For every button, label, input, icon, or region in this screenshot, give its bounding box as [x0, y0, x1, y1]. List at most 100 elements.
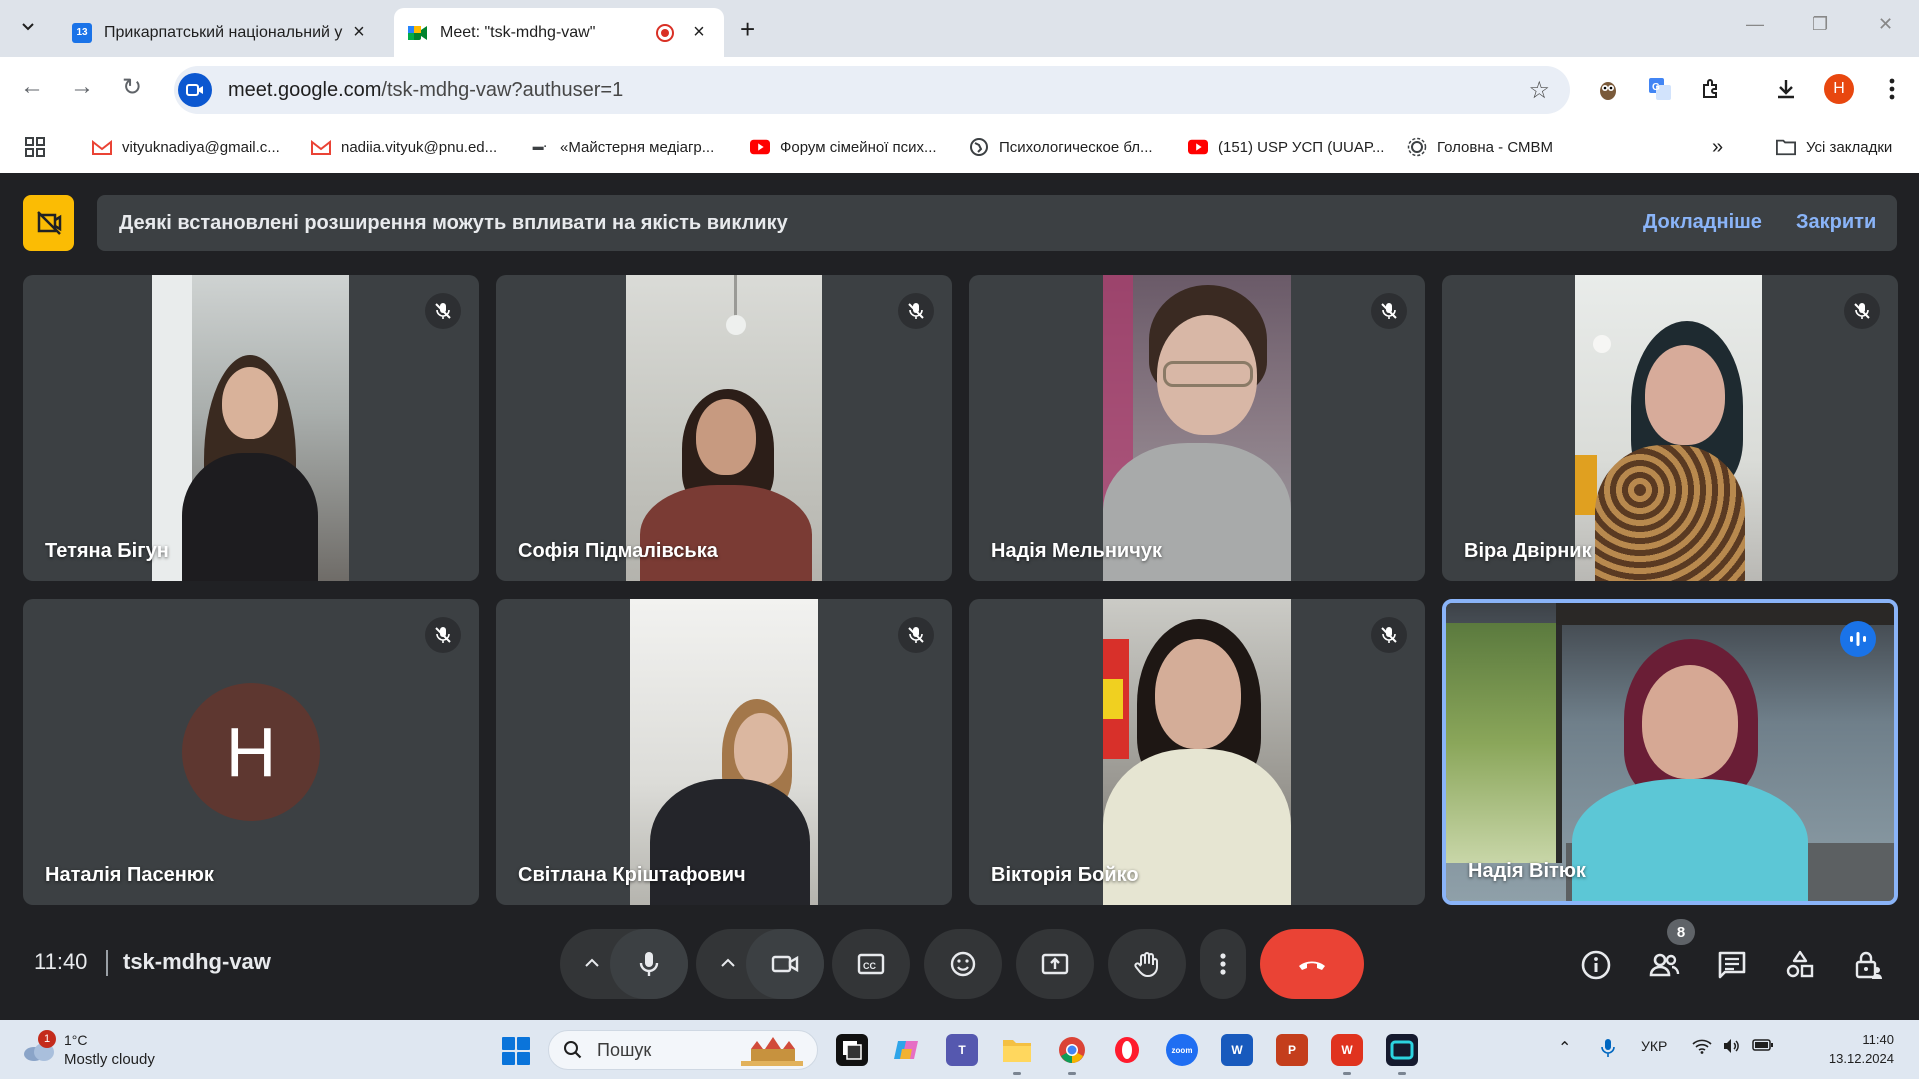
- apps-grid-icon[interactable]: [24, 134, 46, 160]
- participant-tile[interactable]: Софія Підмалівська: [496, 275, 952, 581]
- all-bookmarks-button[interactable]: Усі закладки: [1776, 134, 1892, 160]
- audio-options-chevron-icon[interactable]: [580, 951, 604, 975]
- bookmark-item[interactable]: Психологическое бл...: [969, 134, 1153, 160]
- extensions-puzzle-icon[interactable]: [1698, 75, 1726, 103]
- file-explorer-icon[interactable]: [1001, 1034, 1033, 1066]
- forward-icon[interactable]: →: [70, 73, 94, 101]
- chat-button[interactable]: [1712, 945, 1752, 985]
- running-indicator: [1398, 1072, 1406, 1075]
- participant-name: Надія Вітюк: [1468, 860, 1586, 882]
- zoom-icon[interactable]: zoom: [1166, 1034, 1198, 1066]
- participant-video: [630, 599, 818, 905]
- restore-icon[interactable]: ❐: [1812, 14, 1828, 35]
- microphone-button[interactable]: [610, 929, 688, 999]
- teams-icon[interactable]: T: [946, 1034, 978, 1066]
- host-controls-button[interactable]: [1848, 945, 1888, 985]
- battery-icon[interactable]: [1752, 1038, 1774, 1055]
- powerpoint-icon[interactable]: P: [1276, 1034, 1308, 1066]
- bookmarks-overflow-button[interactable]: »: [1712, 134, 1723, 160]
- calendar-icon: 13: [72, 22, 92, 43]
- tab-search-button[interactable]: [12, 10, 44, 42]
- mic-off-icon: [425, 617, 461, 653]
- leave-call-button[interactable]: [1260, 929, 1364, 999]
- input-language[interactable]: УКР: [1641, 1038, 1667, 1054]
- meeting-details-button[interactable]: [1576, 945, 1616, 985]
- close-icon[interactable]: ×: [688, 21, 710, 44]
- weather-widget[interactable]: 1 1°C Mostly cloudy: [22, 1030, 162, 1070]
- participant-video: [1103, 275, 1291, 581]
- tab-university[interactable]: 13 Прикарпатський національний у ×: [58, 8, 384, 57]
- participant-video: [152, 275, 349, 581]
- kebab-menu-icon[interactable]: [1878, 75, 1906, 103]
- participant-tile[interactable]: Вікторія Бойко: [969, 599, 1425, 905]
- mic-off-icon: [898, 617, 934, 653]
- new-tab-button[interactable]: +: [740, 14, 755, 45]
- participant-tile[interactable]: Світлана Кріштафович: [496, 599, 952, 905]
- camera-button[interactable]: [746, 929, 824, 999]
- youtube-icon: [1188, 138, 1208, 156]
- participant-tile[interactable]: Надія Мельничук: [969, 275, 1425, 581]
- video-figure: [1645, 345, 1725, 445]
- tab-title: Meet: "tsk-mdhg-vaw": [440, 23, 596, 41]
- participant-tile[interactable]: Тетяна Бігун: [23, 275, 479, 581]
- chrome-icon[interactable]: [1056, 1034, 1088, 1066]
- close-icon[interactable]: ×: [348, 21, 370, 44]
- bookmark-star-icon[interactable]: ☆: [1528, 76, 1550, 105]
- video-figure: [734, 713, 788, 785]
- word-icon[interactable]: W: [1221, 1034, 1253, 1066]
- activities-button[interactable]: [1780, 945, 1820, 985]
- microphone-tray-icon[interactable]: [1600, 1038, 1616, 1061]
- show-hidden-icons-chevron-icon[interactable]: ⌃: [1558, 1038, 1571, 1058]
- task-view-icon[interactable]: [836, 1034, 868, 1066]
- reload-icon[interactable]: ↻: [122, 73, 142, 102]
- speaking-indicator-icon: [1840, 621, 1876, 657]
- participant-tile-speaking[interactable]: Надія Вітюк: [1442, 599, 1898, 905]
- hand-icon: [1134, 952, 1158, 977]
- more-options-button[interactable]: [1200, 929, 1246, 999]
- bookmark-item[interactable]: ▬· «Майстерня медіагр...: [530, 134, 715, 160]
- participant-tile[interactable]: Н Наталія Пасенюк: [23, 599, 479, 905]
- captions-button[interactable]: CC: [832, 929, 910, 999]
- notice-close-button[interactable]: Закрити: [1796, 211, 1876, 234]
- participant-tile[interactable]: Віра Двірник: [1442, 275, 1898, 581]
- video-figure: [1572, 779, 1808, 901]
- owl-extension-icon[interactable]: [1594, 75, 1622, 103]
- youtube-icon: [750, 138, 770, 156]
- window-close-icon[interactable]: ✕: [1878, 14, 1893, 35]
- bookmark-item[interactable]: (151) USP УСП (UUAP...: [1188, 134, 1384, 160]
- profile-avatar[interactable]: Н: [1824, 74, 1854, 104]
- system-clock[interactable]: 11:40 13.12.2024: [1788, 1030, 1894, 1068]
- address-bar[interactable]: meet.google.com/tsk-mdhg-vaw?authuser=1 …: [174, 66, 1570, 114]
- opera-icon[interactable]: [1111, 1034, 1143, 1066]
- volume-icon[interactable]: [1722, 1038, 1742, 1057]
- tab-meet[interactable]: Meet: "tsk-mdhg-vaw" ×: [394, 8, 724, 57]
- download-icon[interactable]: [1772, 75, 1800, 103]
- taskbar-search-box[interactable]: Пошук: [548, 1030, 818, 1070]
- bookmark-label: Форум сімейної псих...: [780, 138, 937, 156]
- wps-office-icon[interactable]: W: [1331, 1034, 1363, 1066]
- translate-extension-icon[interactable]: G: [1646, 75, 1674, 103]
- tab-title: Прикарпатський національний у: [104, 23, 343, 41]
- clock-time: 11:40: [1862, 1032, 1894, 1047]
- video-camera-icon[interactable]: [178, 73, 212, 107]
- bookmark-item[interactable]: vityuknadiya@gmail.c...: [92, 134, 280, 160]
- reactions-button[interactable]: [924, 929, 1002, 999]
- raise-hand-button[interactable]: [1108, 929, 1186, 999]
- participant-video: [1103, 599, 1291, 905]
- bookmark-item[interactable]: Форум сімейної псих...: [750, 134, 937, 160]
- windows-start-button[interactable]: [502, 1037, 530, 1065]
- learn-more-link[interactable]: Докладніше: [1643, 211, 1762, 234]
- search-highlight-icon: [741, 1037, 803, 1066]
- people-button[interactable]: [1644, 945, 1684, 985]
- minimize-icon[interactable]: —: [1746, 14, 1764, 35]
- copilot-icon[interactable]: [891, 1034, 923, 1066]
- video-options-chevron-icon[interactable]: [716, 951, 740, 975]
- tab-bar: 13 Прикарпатський національний у × Meet:…: [0, 0, 1919, 57]
- wifi-icon[interactable]: [1692, 1038, 1712, 1057]
- bookmark-item[interactable]: nadiia.vityuk@pnu.ed...: [311, 134, 497, 160]
- back-icon[interactable]: ←: [20, 73, 44, 101]
- present-screen-button[interactable]: [1016, 929, 1094, 999]
- bookmark-item[interactable]: Головна - СМВМ: [1407, 134, 1553, 160]
- windows-logo-pane: [517, 1037, 530, 1050]
- screen-recorder-icon[interactable]: [1386, 1034, 1418, 1066]
